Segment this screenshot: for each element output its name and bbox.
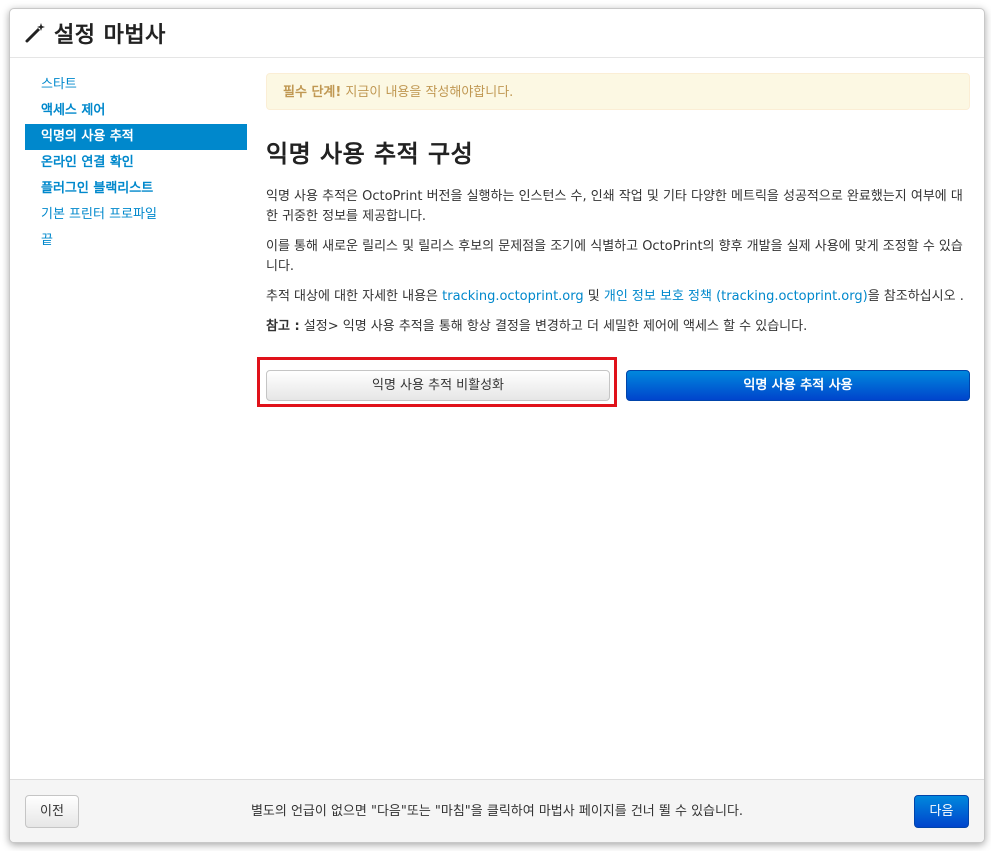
para3-before: 추적 대상에 대한 자세한 내용은 bbox=[266, 289, 443, 304]
dialog-header: 설정 마법사 bbox=[10, 9, 984, 58]
setup-wizard-dialog: 설정 마법사 스타트 액세스 제어 익명의 사용 추적 온라인 연결 확인 플러… bbox=[9, 8, 985, 843]
previous-button[interactable]: 이전 bbox=[25, 795, 79, 828]
nav-item-start[interactable]: 스타트 bbox=[25, 72, 247, 98]
next-button[interactable]: 다음 bbox=[914, 795, 969, 828]
note-label: 참고 : bbox=[266, 319, 300, 334]
nav-item-access-control[interactable]: 액세스 제어 bbox=[25, 98, 247, 124]
note-paragraph: 참고 : 설정> 익명 사용 추적을 통해 항상 결정을 변경하고 더 세밀한 … bbox=[266, 317, 966, 337]
magic-wand-icon bbox=[24, 22, 46, 44]
dialog-title: 설정 마법사 bbox=[54, 23, 166, 48]
nav-item-connectivity-check[interactable]: 온라인 연결 확인 bbox=[25, 150, 247, 176]
alert-strong: 필수 단계! bbox=[283, 85, 342, 100]
wizard-content: 필수 단계! 지금이 내용을 작성해야합니다. 익명 사용 추적 구성 익명 사… bbox=[257, 73, 970, 407]
disable-tracking-button[interactable]: 익명 사용 추적 비활성화 bbox=[266, 370, 610, 401]
required-step-alert: 필수 단계! 지금이 내용을 작성해야합니다. bbox=[266, 73, 970, 110]
note-text: 설정> 익명 사용 추적을 통해 항상 결정을 변경하고 더 세밀한 제어에 액… bbox=[299, 319, 808, 334]
wizard-sidebar-nav: 스타트 액세스 제어 익명의 사용 추적 온라인 연결 확인 플러그인 블랙리스… bbox=[25, 72, 247, 254]
nav-item-anonymous-tracking[interactable]: 익명의 사용 추적 bbox=[25, 124, 247, 150]
enable-tracking-button[interactable]: 익명 사용 추적 사용 bbox=[626, 370, 970, 401]
footer-note: 별도의 언급이 없으면 "다음"또는 "마침"을 클릭하여 마법사 페이지를 건… bbox=[250, 804, 744, 819]
description-paragraph-1: 익명 사용 추적은 OctoPrint 버전을 실행하는 인스턴스 수, 인쇄 … bbox=[266, 189, 963, 224]
description-paragraph-2: 이를 통해 새로운 릴리스 및 릴리스 후보의 문제점을 조기에 식별하고 Oc… bbox=[266, 239, 963, 274]
tracking-link[interactable]: tracking.octoprint.org bbox=[442, 289, 583, 304]
alert-text: 지금이 내용을 작성해야합니다. bbox=[341, 85, 514, 100]
nav-item-finish[interactable]: 끝 bbox=[25, 228, 247, 254]
nav-item-printer-profile[interactable]: 기본 프린터 프로파일 bbox=[25, 202, 247, 228]
nav-item-plugin-blacklist[interactable]: 플러그인 블랙리스트 bbox=[25, 176, 247, 202]
description-paragraph-3: 추적 대상에 대한 자세한 내용은 tracking.octoprint.org… bbox=[266, 287, 966, 307]
para3-after: 을 참조하십시오 . bbox=[867, 289, 964, 304]
dialog-footer: 이전 별도의 언급이 없으면 "다음"또는 "마침"을 클릭하여 마법사 페이지… bbox=[10, 779, 984, 842]
tracking-button-row: 익명 사용 추적 비활성화 익명 사용 추적 사용 bbox=[257, 357, 970, 407]
para3-middle: 및 bbox=[583, 289, 604, 304]
section-title: 익명 사용 추적 구성 bbox=[266, 140, 474, 168]
privacy-policy-link[interactable]: 개인 정보 보호 정책 (tracking.octoprint.org) bbox=[604, 289, 868, 304]
